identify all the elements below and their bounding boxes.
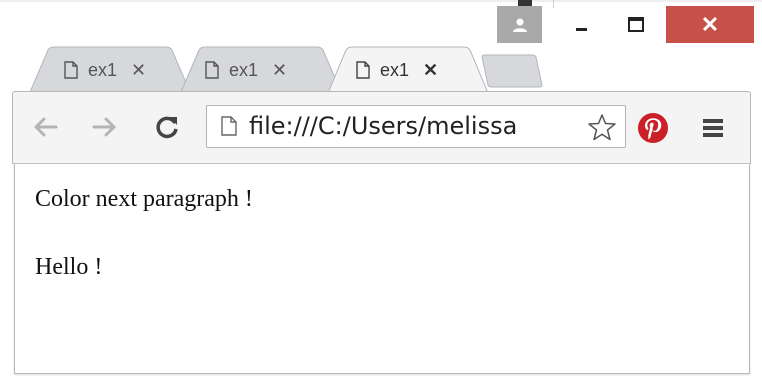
minimize-icon (575, 28, 587, 31)
new-tab-shape (481, 54, 543, 88)
bookmark-star-button[interactable] (585, 111, 619, 143)
hamburger-menu-icon (703, 119, 723, 137)
chrome-menu-button[interactable] (695, 110, 731, 146)
forward-button[interactable] (87, 110, 123, 144)
paragraph-color-next: Color next paragraph ! (35, 186, 253, 212)
pinterest-icon (638, 113, 668, 143)
browser-toolbar: file:///C:/Users/melissa (12, 91, 751, 164)
window-top-divider (553, 0, 554, 8)
tab-1-content: ex1 ✕ (64, 56, 146, 84)
file-icon (64, 61, 78, 79)
tab-2[interactable]: ex1 ✕ (181, 46, 341, 92)
tab-label: ex1 (229, 59, 259, 80)
address-text[interactable]: file:///C:/Users/melissa (249, 106, 569, 147)
page-viewport: Color next paragraph ! Hello ! (14, 164, 750, 374)
back-arrow-icon (34, 117, 58, 137)
user-profile-button[interactable] (497, 6, 542, 43)
forward-arrow-icon (92, 117, 116, 137)
tab-1[interactable]: ex1 ✕ (30, 46, 190, 92)
browser-window: ✕ ex1 ✕ ex1 ✕ ex1 ✕ file:///C:/Users/mel… (0, 0, 762, 381)
tab-close-icon[interactable]: ✕ (423, 61, 438, 79)
file-icon (205, 61, 219, 79)
tab-label: ex1 (88, 59, 118, 80)
star-icon (588, 114, 616, 141)
pinterest-extension-button[interactable] (635, 110, 671, 146)
tab-label: ex1 (380, 59, 410, 80)
paragraph-hello: Hello ! (35, 254, 103, 280)
reload-button[interactable] (149, 110, 185, 144)
tab-3-active[interactable]: ex1 ✕ (328, 46, 488, 93)
user-profile-icon (512, 18, 527, 32)
tab-2-content: ex1 ✕ (205, 56, 287, 84)
minimize-button[interactable] (556, 6, 606, 43)
close-icon: ✕ (700, 11, 720, 37)
file-icon (356, 61, 370, 79)
window-top-border (0, 0, 762, 2)
maximize-icon (628, 17, 644, 32)
tab-close-icon[interactable]: ✕ (131, 61, 146, 79)
tab-3-content: ex1 ✕ (356, 56, 438, 84)
page-icon (221, 116, 237, 136)
maximize-button[interactable] (611, 6, 661, 43)
close-window-button[interactable]: ✕ (666, 6, 754, 43)
reload-icon (156, 116, 178, 139)
address-bar[interactable]: file:///C:/Users/melissa (206, 105, 626, 148)
tab-close-icon[interactable]: ✕ (272, 61, 287, 79)
new-tab-button[interactable] (480, 54, 544, 88)
back-button[interactable] (27, 110, 63, 144)
